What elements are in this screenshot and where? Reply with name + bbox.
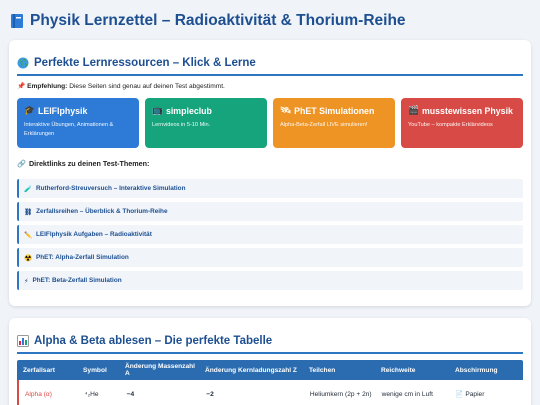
- column-header: Reichweite: [381, 366, 416, 374]
- table-card: Alpha & Beta ablesen – Die perfekte Tabe…: [9, 318, 531, 405]
- tile-title: simpleclub: [165, 105, 212, 116]
- column-header: Abschirmung: [455, 366, 498, 374]
- tile-desc: Lernvideos in 5-10 Min.: [152, 122, 211, 128]
- link-label: PhET: Beta-Zerfall Simulation: [32, 277, 122, 284]
- cell-type: Alpha (α): [25, 391, 52, 399]
- link-label: Rutherford-Streuversuch – Interaktive Si…: [35, 185, 186, 192]
- link-icon: 🔗: [17, 159, 26, 168]
- tile-desc: YouTube – kompakte Erklärvideos: [408, 122, 493, 128]
- table-heading-text: Alpha & Beta ablesen – Die perfekte Tabe…: [34, 335, 273, 347]
- graduation-cap-icon: 🎓: [24, 105, 35, 115]
- tile-phet[interactable]: 🛰 PhET Simulationen Alpha-Beta-Zerfall L…: [273, 98, 395, 148]
- pencil-icon: ✏️: [24, 231, 32, 239]
- resources-card: Perfekte Lernressourcen – Klick & Lerne …: [9, 40, 531, 306]
- chain-icon: ⛓: [24, 208, 33, 216]
- table-header: Zerfallsart Symbol Änderung Massenzahl A…: [17, 360, 523, 380]
- globe-icon: [17, 57, 29, 69]
- column-header: Symbol: [83, 366, 107, 374]
- column-header: Änderung Kernladungszahl Z: [205, 366, 297, 374]
- link-leifi-aufgaben[interactable]: ✏️ LEIFIphysik Aufgaben – Radioaktivität: [17, 225, 523, 244]
- tile-title: PhET Simulationen: [294, 105, 375, 116]
- page-title-text: Physik Lernzettel – Radioaktivität & Tho…: [30, 12, 406, 29]
- links-heading: 🔗 Direktlinks zu deinen Test-Themen:: [17, 159, 149, 168]
- pin-icon: 📌: [17, 83, 26, 90]
- cell-charge: −2: [206, 391, 214, 399]
- page-title: Physik Lernzettel – Radioaktivität & Tho…: [10, 10, 530, 32]
- link-label: Zerfallsreihen – Überblick & Thorium-Rei…: [36, 208, 168, 215]
- book-icon: [10, 13, 24, 29]
- bar-chart-icon: [17, 335, 29, 347]
- link-phet-alpha[interactable]: ☢️ PhET: Alpha-Zerfall Simulation: [17, 248, 523, 267]
- divider: [17, 352, 523, 354]
- link-label: PhET: Alpha-Zerfall Simulation: [35, 254, 129, 261]
- link-rutherford[interactable]: 🧪 Rutherford-Streuversuch – Interaktive …: [17, 179, 523, 198]
- resource-tiles: 🎓 LEIFIphysik Interaktive Übungen, Anima…: [17, 98, 523, 148]
- tv-icon: 📺: [152, 105, 163, 115]
- tile-musstewissen[interactable]: 🎬 musstewissen Physik YouTube – kompakte…: [401, 98, 523, 148]
- test-tube-icon: 🧪: [24, 185, 32, 193]
- divider: [17, 74, 523, 76]
- tile-simpleclub[interactable]: 📺 simpleclub Lernvideos in 5-10 Min.: [145, 98, 267, 148]
- satellite-icon: 🛰: [280, 105, 292, 115]
- cell-shield: 📄 Papier: [455, 391, 485, 399]
- recommend-text: Diese Seiten sind genau auf deinen Test …: [69, 83, 225, 90]
- links-heading-text: Direktlinks zu deinen Test-Themen:: [28, 159, 150, 168]
- table-heading: Alpha & Beta ablesen – Die perfekte Tabe…: [17, 335, 272, 347]
- column-header: Änderung Massenzahl A: [125, 363, 195, 377]
- link-phet-beta[interactable]: ⚡ PhET: Beta-Zerfall Simulation: [17, 271, 523, 290]
- tile-leifiphysik[interactable]: 🎓 LEIFIphysik Interaktive Übungen, Anima…: [17, 98, 139, 148]
- resources-heading-text: Perfekte Lernressourcen – Klick & Lerne: [34, 57, 256, 69]
- lightning-icon: ⚡: [24, 277, 29, 285]
- tile-desc: Interaktive Übungen, Animationen & Erklä…: [24, 122, 114, 137]
- resources-heading: Perfekte Lernressourcen – Klick & Lerne: [17, 57, 256, 69]
- tile-title: musstewissen Physik: [421, 105, 513, 116]
- cell-mass: −4: [126, 391, 135, 399]
- cell-symbol: ⁴₂He: [84, 391, 99, 399]
- table-row: Alpha (α) ⁴₂He −4 −2 Heliumkern (2p + 2n…: [17, 380, 523, 405]
- column-header: Teilchen: [309, 366, 336, 374]
- column-header: Zerfallsart: [23, 366, 55, 374]
- recommendation: 📌 Empfehlung: Diese Seiten sind genau au…: [17, 82, 225, 90]
- decay-table: Zerfallsart Symbol Änderung Massenzahl A…: [17, 360, 523, 405]
- tile-title: LEIFIphysik: [37, 105, 88, 116]
- link-label: LEIFIphysik Aufgaben – Radioaktivität: [35, 231, 152, 238]
- cell-range: wenige cm in Luft: [381, 391, 433, 399]
- recommend-label: Empfehlung:: [27, 83, 68, 90]
- tile-desc: Alpha-Beta-Zerfall LIVE simulieren!: [280, 122, 368, 128]
- link-zerfallsreihen[interactable]: ⛓ Zerfallsreihen – Überblick & Thorium-R…: [17, 202, 523, 221]
- clapper-icon: 🎬: [408, 105, 419, 115]
- cell-particle: Heliumkern (2p + 2n): [309, 391, 372, 399]
- radioactive-icon: ☢️: [24, 254, 32, 262]
